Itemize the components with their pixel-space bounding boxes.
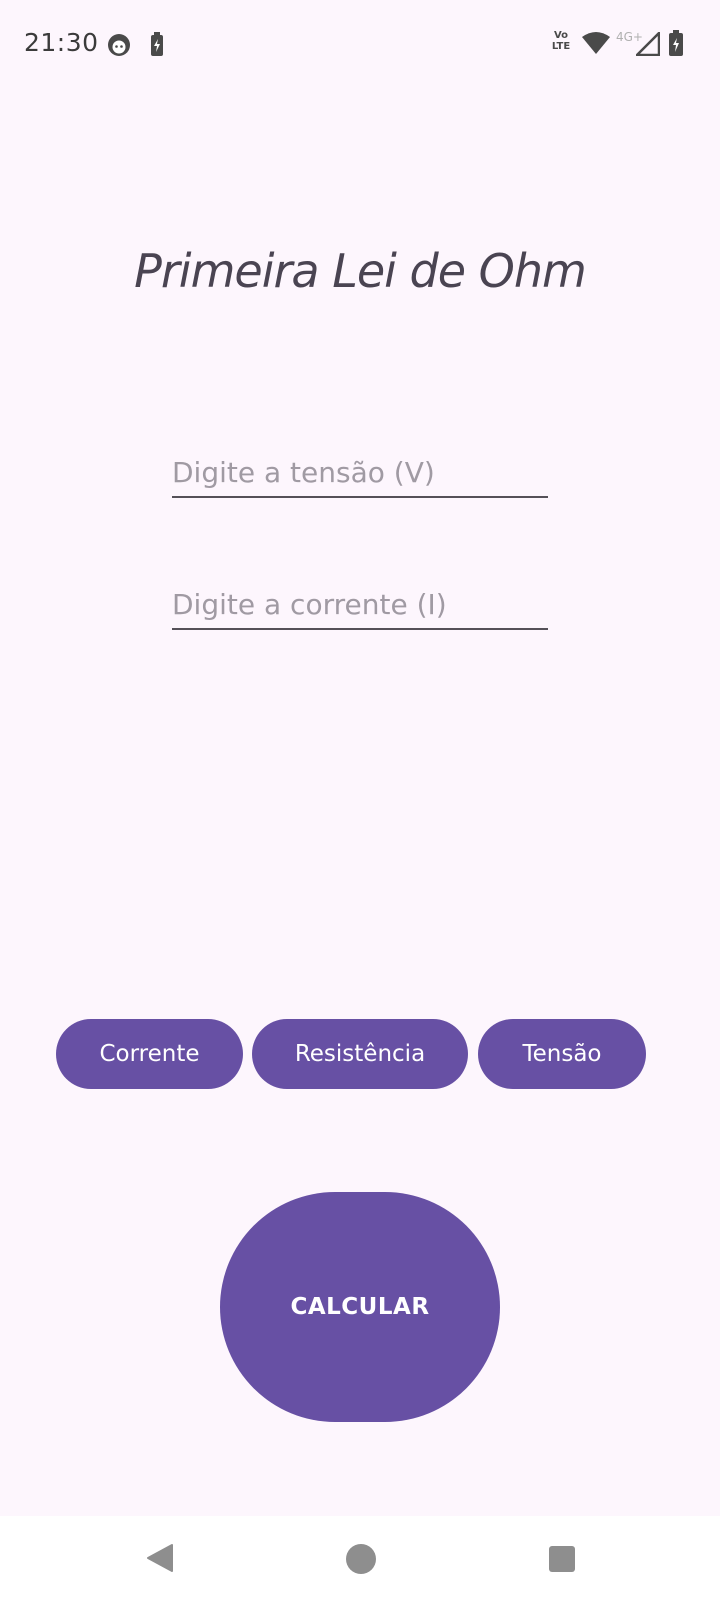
resistencia-button[interactable]: Resistência — [252, 1019, 468, 1089]
wifi-icon — [582, 32, 610, 54]
voltage-input[interactable] — [172, 448, 548, 496]
current-input[interactable] — [172, 580, 548, 628]
back-icon[interactable] — [146, 1543, 174, 1573]
recents-icon[interactable] — [549, 1546, 575, 1572]
charging-icon — [151, 32, 163, 56]
face-icon — [108, 34, 130, 56]
home-icon[interactable] — [346, 1544, 376, 1574]
navigation-bar — [0, 1516, 720, 1600]
volte-badge: Vo LTE — [551, 30, 571, 52]
page-title: Primeira Lei de Ohm — [134, 244, 587, 298]
status-time: 21:30 — [24, 28, 99, 57]
battery-icon — [669, 30, 683, 56]
calculate-button[interactable]: CALCULAR — [220, 1192, 500, 1422]
voltage-field — [172, 448, 548, 498]
signal-icon — [636, 32, 660, 56]
current-field — [172, 580, 548, 630]
corrente-button[interactable]: Corrente — [56, 1019, 243, 1089]
tensao-button[interactable]: Tensão — [478, 1019, 646, 1089]
status-bar: 21:30 Vo LTE 4G+ — [0, 0, 720, 90]
